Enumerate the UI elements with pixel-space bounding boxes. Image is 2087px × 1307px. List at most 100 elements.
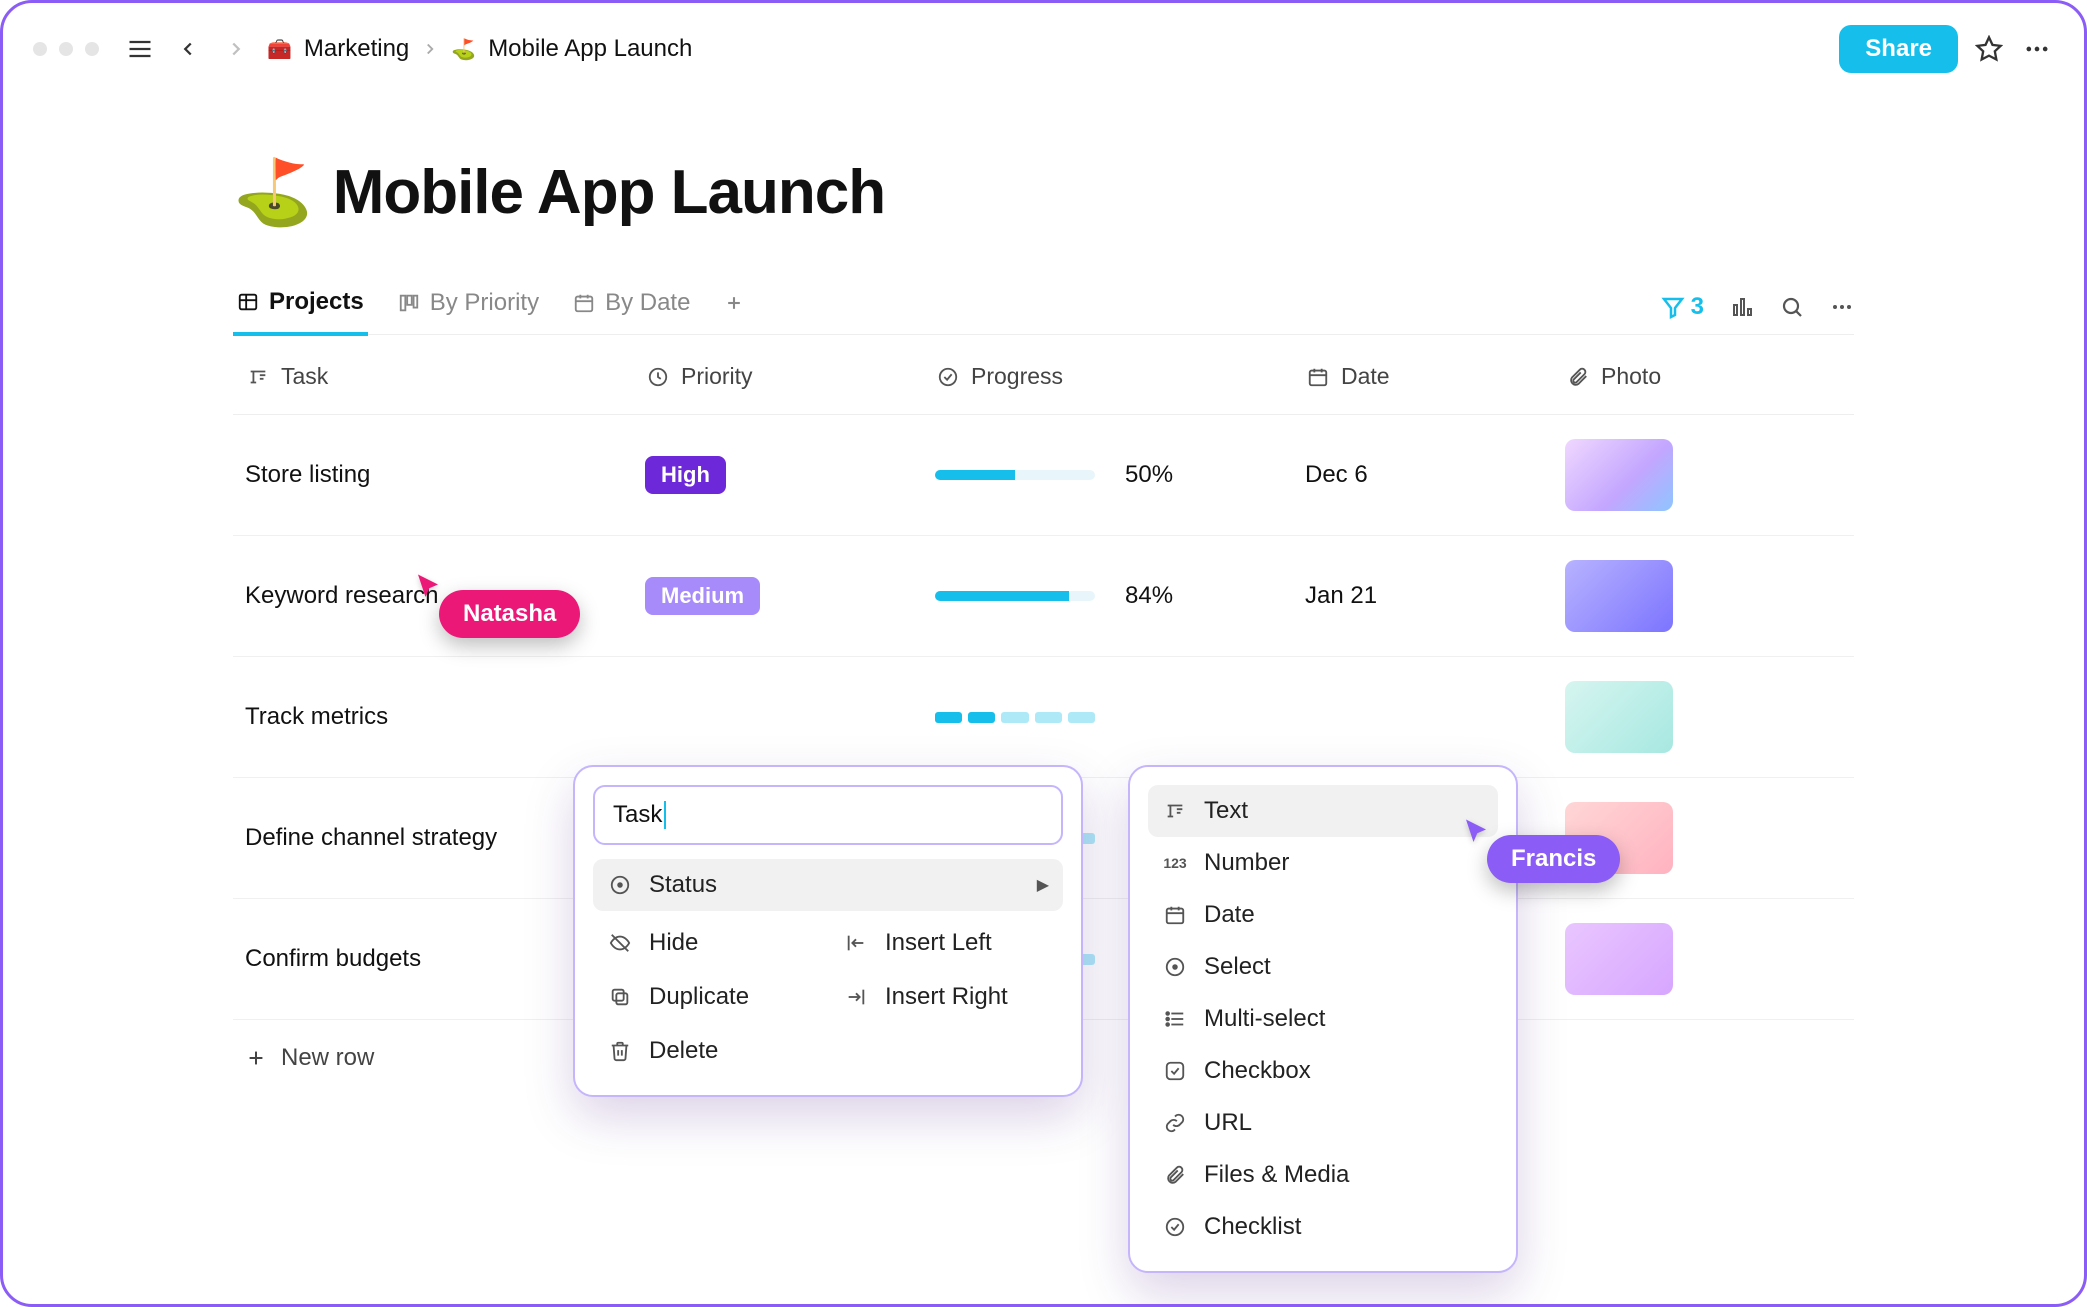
type-option-date[interactable]: Date — [1148, 889, 1498, 941]
select-type-icon — [1162, 954, 1188, 980]
task-title[interactable]: Track metrics — [245, 703, 388, 731]
type-option-url[interactable]: URL — [1148, 1097, 1498, 1149]
column-name-input[interactable]: Task — [593, 785, 1063, 845]
table-row[interactable]: Track metrics — [233, 657, 1854, 778]
column-header-task-label: Task — [281, 363, 328, 390]
filter-button[interactable]: 3 — [1661, 293, 1704, 321]
progress-value: 84% — [1125, 582, 1173, 610]
photo-thumbnail[interactable] — [1565, 439, 1673, 511]
column-name-value: Task — [613, 801, 662, 829]
progress-bar[interactable] — [935, 712, 1095, 723]
attachment-icon — [1565, 364, 1591, 390]
table-row[interactable]: Keyword research Medium 84% Jan 21 — [233, 536, 1854, 657]
menu-item-duplicate-label: Duplicate — [649, 983, 749, 1011]
task-title[interactable]: Store listing — [245, 461, 370, 489]
search-icon[interactable] — [1780, 295, 1804, 319]
type-option-checkbox[interactable]: Checkbox — [1148, 1045, 1498, 1097]
duplicate-icon — [607, 984, 633, 1010]
chevron-right-icon: ▶ — [1037, 875, 1049, 895]
view-tab-label: By Priority — [430, 289, 539, 317]
table-row[interactable]: Store listing High 50% Dec 6 — [233, 415, 1854, 536]
column-header-photo[interactable]: Photo — [1565, 363, 1745, 390]
type-option-label: Checklist — [1204, 1213, 1301, 1241]
column-header-priority[interactable]: Priority — [645, 363, 935, 390]
photo-thumbnail[interactable] — [1565, 681, 1673, 753]
multiselect-type-icon — [1162, 1006, 1188, 1032]
type-option-select[interactable]: Select — [1148, 941, 1498, 993]
type-option-label: Multi-select — [1204, 1005, 1325, 1033]
chevron-right-icon — [421, 40, 439, 58]
menu-item-hide[interactable]: Hide — [593, 917, 827, 969]
type-option-files-media[interactable]: Files & Media — [1148, 1149, 1498, 1201]
status-icon — [607, 872, 633, 898]
calendar-icon — [573, 292, 595, 314]
app-window: 🧰 Marketing ⛳ Mobile App Launch Share ⛳ … — [0, 0, 2087, 1307]
menu-item-duplicate[interactable]: Duplicate — [593, 971, 827, 1023]
menu-item-insert-right[interactable]: Insert Right — [829, 971, 1063, 1023]
menu-item-delete[interactable]: Delete — [593, 1025, 827, 1077]
share-button[interactable]: Share — [1839, 25, 1958, 73]
breadcrumb-parent-emoji: 🧰 — [267, 37, 292, 62]
column-header-photo-label: Photo — [1601, 363, 1661, 390]
date-value[interactable]: Dec 6 — [1305, 461, 1368, 489]
menu-item-insert-left-label: Insert Left — [885, 929, 992, 957]
type-option-multi-select[interactable]: Multi-select — [1148, 993, 1498, 1045]
menu-item-insert-left[interactable]: Insert Left — [829, 917, 1063, 969]
insert-left-icon — [843, 930, 869, 956]
progress-bar[interactable] — [935, 470, 1095, 480]
filter-count: 3 — [1691, 293, 1704, 321]
traffic-light-min[interactable] — [59, 42, 73, 56]
menu-item-status[interactable]: Status ▶ — [593, 859, 1063, 911]
page-emoji[interactable]: ⛳ — [233, 155, 313, 230]
hamburger-menu-icon[interactable] — [123, 32, 157, 66]
hide-icon — [607, 930, 633, 956]
date-value[interactable]: Jan 21 — [1305, 582, 1377, 610]
page-title-text[interactable]: Mobile App Launch — [333, 157, 885, 228]
priority-badge[interactable]: High — [645, 456, 726, 494]
add-view-button[interactable] — [720, 285, 748, 329]
text-icon — [245, 364, 271, 390]
breadcrumb-page[interactable]: Mobile App Launch — [488, 35, 692, 63]
view-tab-by-priority[interactable]: By Priority — [394, 281, 543, 333]
task-title[interactable]: Confirm budgets — [245, 945, 421, 973]
breadcrumb-page-emoji: ⛳ — [451, 37, 476, 62]
more-icon[interactable] — [2020, 32, 2054, 66]
column-header-progress[interactable]: Progress — [935, 363, 1305, 390]
nav-back-icon[interactable] — [171, 32, 205, 66]
view-more-icon[interactable] — [1830, 295, 1854, 319]
traffic-light-max[interactable] — [85, 42, 99, 56]
text-type-icon — [1162, 798, 1188, 824]
breadcrumb-parent[interactable]: Marketing — [304, 35, 409, 63]
menu-item-insert-right-label: Insert Right — [885, 983, 1008, 1011]
view-controls: 3 — [1661, 293, 1854, 321]
type-option-number[interactable]: 123Number — [1148, 837, 1498, 889]
view-tab-by-date[interactable]: By Date — [569, 281, 694, 333]
traffic-light-close[interactable] — [33, 42, 47, 56]
type-option-label: URL — [1204, 1109, 1252, 1137]
type-option-checklist[interactable]: Checklist — [1148, 1201, 1498, 1253]
column-header-priority-label: Priority — [681, 363, 753, 390]
task-title[interactable]: Define channel strategy — [245, 824, 497, 852]
photo-thumbnail[interactable] — [1565, 802, 1673, 874]
view-tab-label: By Date — [605, 289, 690, 317]
view-tab-label: Projects — [269, 288, 364, 316]
photo-thumbnail[interactable] — [1565, 560, 1673, 632]
star-icon[interactable] — [1972, 32, 2006, 66]
topbar: 🧰 Marketing ⛳ Mobile App Launch Share — [3, 3, 2084, 95]
column-header-task[interactable]: Task — [245, 363, 645, 390]
nav-forward-icon[interactable] — [219, 32, 253, 66]
calendar-icon — [1305, 364, 1331, 390]
photo-thumbnail[interactable] — [1565, 923, 1673, 995]
task-title[interactable]: Keyword research — [245, 582, 438, 610]
select-icon — [645, 364, 671, 390]
menu-item-delete-label: Delete — [649, 1037, 718, 1065]
type-option-text[interactable]: Text — [1148, 785, 1498, 837]
progress-bar[interactable] — [935, 591, 1095, 601]
board-icon — [398, 292, 420, 314]
table-header-row: Task Priority Progress Date Photo — [233, 339, 1854, 415]
column-header-date[interactable]: Date — [1305, 363, 1565, 390]
sort-button[interactable] — [1730, 295, 1754, 319]
priority-badge[interactable]: Medium — [645, 577, 760, 615]
view-tab-projects[interactable]: Projects — [233, 280, 368, 336]
view-tabs: Projects By Priority By Date 3 — [233, 280, 1854, 335]
